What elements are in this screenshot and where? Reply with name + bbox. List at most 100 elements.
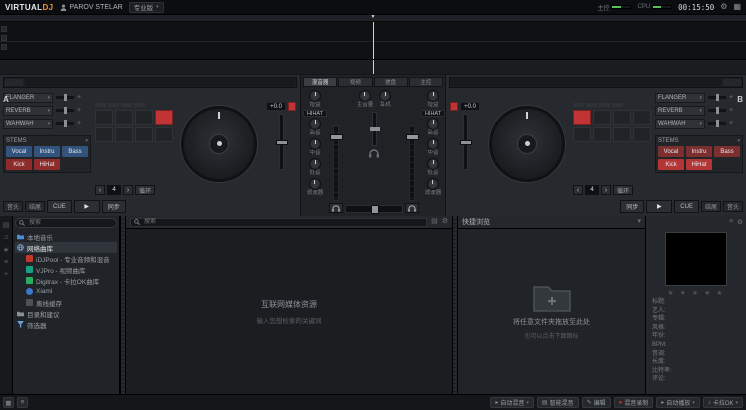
eq-low-knob[interactable]	[427, 158, 439, 170]
fx-add-icon[interactable]: +	[77, 107, 81, 114]
play-pause-button[interactable]: ▶	[74, 200, 100, 213]
grid-view-icon[interactable]: ▦	[3, 397, 14, 408]
sync-button[interactable]: 同步	[102, 200, 126, 213]
hotcue-pad-active[interactable]	[573, 110, 591, 125]
fx-select-3[interactable]: WAHWAH▾	[655, 119, 705, 129]
volume-fader-left-handle[interactable]	[330, 134, 343, 140]
smartmix-button[interactable]: ▤智能混音	[537, 397, 579, 408]
tab-video[interactable]: 视频	[338, 77, 372, 87]
fx-add-icon[interactable]: +	[77, 94, 81, 101]
fx-knob-3[interactable]	[56, 122, 74, 125]
sidebar-item-offline-cache[interactable]: 离线缓存	[15, 297, 117, 308]
cue-button[interactable]: CUE	[674, 200, 699, 213]
autoplay-button[interactable]: ▸自动播放▾	[656, 397, 700, 408]
eq-high-knob[interactable]	[309, 118, 321, 130]
pitch-slider[interactable]	[463, 114, 468, 170]
hotcue-pad[interactable]	[613, 127, 631, 142]
fx-select-3[interactable]: WAHWAH▾	[3, 119, 53, 129]
record-button[interactable]: ●混音录制	[614, 397, 654, 408]
rating-stars[interactable]: ★ ★ ★ ★ ★	[649, 289, 743, 297]
goto-end-button[interactable]: 结尾	[701, 201, 721, 212]
fx-knob-2[interactable]	[708, 109, 726, 112]
fx-add-icon[interactable]: +	[729, 94, 733, 101]
stem-vocal-button[interactable]: Vocal	[658, 146, 684, 157]
deck-a-jogwheel[interactable]	[181, 106, 257, 182]
fx-knob-3[interactable]	[708, 122, 726, 125]
crossfader-handle[interactable]	[371, 205, 379, 214]
fx-select-2[interactable]: REVERB▾	[3, 106, 53, 116]
eq-mid-knob[interactable]	[427, 138, 439, 150]
sidebar-item-xiami[interactable]: Xiami	[15, 286, 117, 297]
user-account-button[interactable]: PAROV STELAR	[60, 4, 123, 11]
goto-start-button[interactable]: 音头	[723, 201, 743, 212]
folder-dropzone[interactable]: 将任意文件夹拖放至此处 也可以点击下面图标	[458, 229, 645, 394]
fx-add-icon[interactable]: +	[729, 120, 733, 127]
hotcue-pad-active[interactable]	[155, 110, 173, 125]
stems-header[interactable]: STEMS▾	[658, 138, 740, 144]
folders-shortcut-icon[interactable]: ▤	[3, 221, 10, 229]
headphones-volume-knob[interactable]	[379, 90, 391, 102]
sampler-volume-fader[interactable]	[372, 112, 377, 146]
media-search-input[interactable]	[142, 218, 423, 226]
loop-double-button[interactable]: ›	[601, 185, 611, 195]
hotcue-pad[interactable]	[573, 127, 591, 142]
hotcue-pad[interactable]	[95, 110, 113, 125]
pitch-slider-handle[interactable]	[276, 140, 288, 145]
volume-fader-right[interactable]	[409, 125, 415, 201]
loop-button[interactable]: 循环	[135, 185, 155, 195]
tab-mixer[interactable]: 混音器	[303, 77, 337, 87]
loop-button[interactable]: 循环	[613, 185, 633, 195]
hotcue-pad[interactable]	[593, 110, 611, 125]
pin-icon[interactable]: ▾	[637, 218, 641, 226]
pfl-left-button[interactable]	[329, 203, 343, 213]
automix-button[interactable]: ▸自动混音▾	[490, 397, 534, 408]
stem-bass-button[interactable]: Bass	[62, 146, 88, 157]
sidebar-search[interactable]	[15, 218, 117, 228]
fx-select-2[interactable]: REVERB▾	[655, 106, 705, 116]
fx-select-1[interactable]: FLANGER▾	[655, 93, 705, 103]
fx-select-1[interactable]: FLANGER▾	[3, 93, 53, 103]
sidebar-search-input[interactable]	[27, 219, 113, 227]
sidebar-item-online-library[interactable]: 网络曲库	[15, 242, 117, 253]
deck-b-track-title[interactable]	[451, 79, 721, 86]
pitch-slider-handle[interactable]	[460, 140, 472, 145]
favorites-shortcut-icon[interactable]: ★	[3, 246, 9, 254]
info-menu-icon[interactable]: ≡	[729, 218, 733, 226]
gain-knob[interactable]	[427, 90, 439, 102]
hotcue-pad[interactable]	[95, 127, 113, 142]
edition-dropdown[interactable]: 专业版 ▾	[129, 2, 164, 13]
stem-instru-button[interactable]: Instru	[34, 146, 60, 157]
hotcue-pad[interactable]	[633, 110, 651, 125]
loop-double-button[interactable]: ›	[123, 185, 133, 195]
list-view-icon[interactable]: ▤	[431, 218, 438, 226]
fx-knob-1[interactable]	[708, 96, 726, 99]
hotcue-pad[interactable]	[115, 127, 133, 142]
stem-kick-button[interactable]: Kick	[658, 159, 684, 170]
history-shortcut-icon[interactable]: ≡	[4, 259, 8, 266]
hotcue-pad[interactable]	[115, 110, 133, 125]
keylock-button[interactable]	[450, 102, 458, 111]
settings-gear-icon[interactable]: ⚙	[720, 3, 727, 11]
goto-end-button[interactable]: 结尾	[25, 201, 45, 212]
info-gear-icon[interactable]: ⚙	[737, 218, 743, 226]
master-volume-knob[interactable]	[359, 90, 371, 102]
gain-knob[interactable]	[309, 90, 321, 102]
hotcue-pad[interactable]	[613, 110, 631, 125]
waveform-overview[interactable]	[0, 60, 746, 74]
sync-button[interactable]: 同步	[620, 200, 644, 213]
deck-a-track-title[interactable]	[25, 79, 295, 86]
play-pause-button[interactable]: ▶	[646, 200, 672, 213]
stem-bass-button[interactable]: Bass	[714, 146, 740, 157]
stem-hihat-button[interactable]: HiHat	[34, 159, 60, 170]
hotcue-pad[interactable]	[135, 127, 153, 142]
karaoke-button[interactable]: ♪卡拉OK▾	[703, 397, 743, 408]
volume-fader-right-handle[interactable]	[406, 134, 419, 140]
sampler-volume-handle[interactable]	[370, 127, 380, 131]
options-gear-icon[interactable]: ⚙	[442, 218, 448, 226]
sidebar-item-digitrax[interactable]: Digitrax - 卡拉OK曲库	[15, 275, 117, 286]
media-search[interactable]	[130, 218, 427, 227]
goto-start-button[interactable]: 音头	[3, 201, 23, 212]
sidebar-item-idjpool[interactable]: iDJPool - 专业音频和混音	[15, 253, 117, 264]
music-shortcut-icon[interactable]: ♫	[3, 234, 8, 241]
edit-button[interactable]: ✎编辑	[582, 397, 611, 408]
